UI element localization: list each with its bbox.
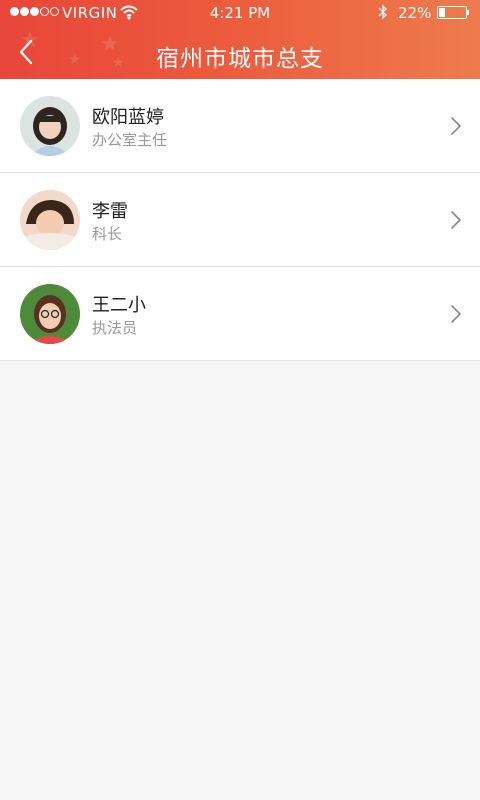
battery-level-fill [439, 8, 445, 17]
contact-role: 执法员 [92, 319, 138, 337]
chevron-right-icon [451, 211, 461, 229]
battery-tip [467, 10, 469, 15]
contact-row[interactable]: 欧阳蓝婷 办公室主任 [0, 79, 480, 173]
bluetooth-icon [378, 4, 387, 20]
contact-name: 李雷 [92, 201, 128, 222]
avatar [20, 190, 80, 250]
status-bar: VIRGIN 4:21 PM 22% [0, 0, 480, 26]
contact-row[interactable]: 王二小 执法员 [0, 267, 480, 361]
contact-role: 科长 [92, 225, 123, 243]
page-title: 宿州市城市总支 [156, 46, 324, 72]
avatar [20, 284, 80, 344]
chevron-right-icon [451, 117, 461, 135]
contact-list: 欧阳蓝婷 办公室主任 李雷 科长 王二小 执法员 [0, 79, 480, 361]
chevron-right-icon [451, 305, 461, 323]
contact-row[interactable]: 李雷 科长 [0, 173, 480, 267]
contact-name: 王二小 [92, 295, 146, 316]
avatar [20, 96, 80, 156]
contact-name: 欧阳蓝婷 [92, 107, 164, 128]
contact-role: 办公室主任 [92, 131, 168, 149]
nav-header: ★ ★ ★ ★ VIRGIN 4:21 PM 22% 宿州市城市总支 [0, 0, 480, 79]
battery-icon [437, 6, 467, 19]
battery-percent: 22% [398, 4, 432, 22]
